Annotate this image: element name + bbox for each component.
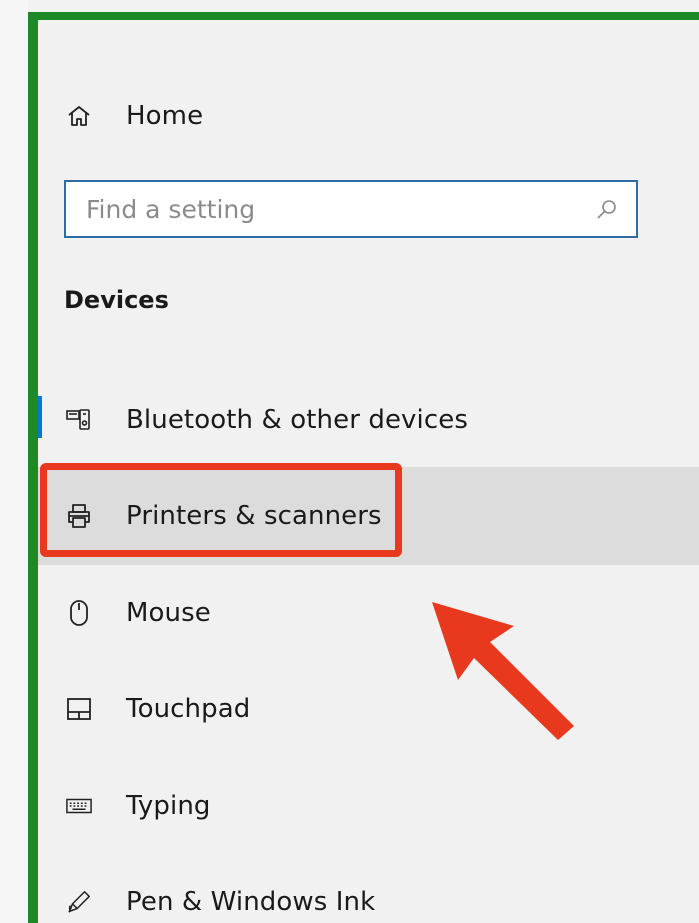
menu-item-label: Touchpad	[126, 694, 251, 724]
menu-item-mouse[interactable]: Mouse	[38, 583, 699, 643]
touchpad-icon	[66, 696, 92, 722]
home-nav-item[interactable]: Home	[38, 86, 699, 146]
menu-item-bluetooth[interactable]: Bluetooth & other devices	[38, 390, 699, 450]
printer-icon	[66, 503, 92, 529]
home-label: Home	[126, 101, 204, 131]
frame-border-top	[28, 12, 699, 20]
search-icon[interactable]	[594, 197, 620, 223]
home-icon	[66, 103, 92, 129]
menu-item-printers[interactable]: Printers & scanners	[38, 467, 699, 565]
frame-border-left	[28, 12, 38, 923]
menu-item-label: Typing	[126, 791, 211, 821]
section-title: Devices	[64, 286, 169, 314]
menu-item-pen[interactable]: Pen & Windows Ink	[38, 872, 699, 923]
search-input[interactable]	[86, 190, 566, 228]
screenshot-frame: Home Devices	[0, 0, 699, 923]
menu-item-touchpad[interactable]: Touchpad	[38, 679, 699, 739]
keyboard-icon	[66, 793, 92, 819]
search-box[interactable]	[64, 180, 638, 238]
menu-item-label: Pen & Windows Ink	[126, 887, 376, 917]
pen-icon	[66, 889, 92, 915]
outer-margin	[0, 0, 28, 923]
settings-nav-panel: Home Devices	[38, 20, 699, 923]
menu-item-label: Mouse	[126, 598, 211, 628]
menu-item-label: Printers & scanners	[126, 501, 382, 531]
menu-item-label: Bluetooth & other devices	[126, 405, 468, 435]
mouse-icon	[66, 600, 92, 626]
bluetooth-devices-icon	[66, 407, 92, 433]
menu-item-typing[interactable]: Typing	[38, 776, 699, 836]
